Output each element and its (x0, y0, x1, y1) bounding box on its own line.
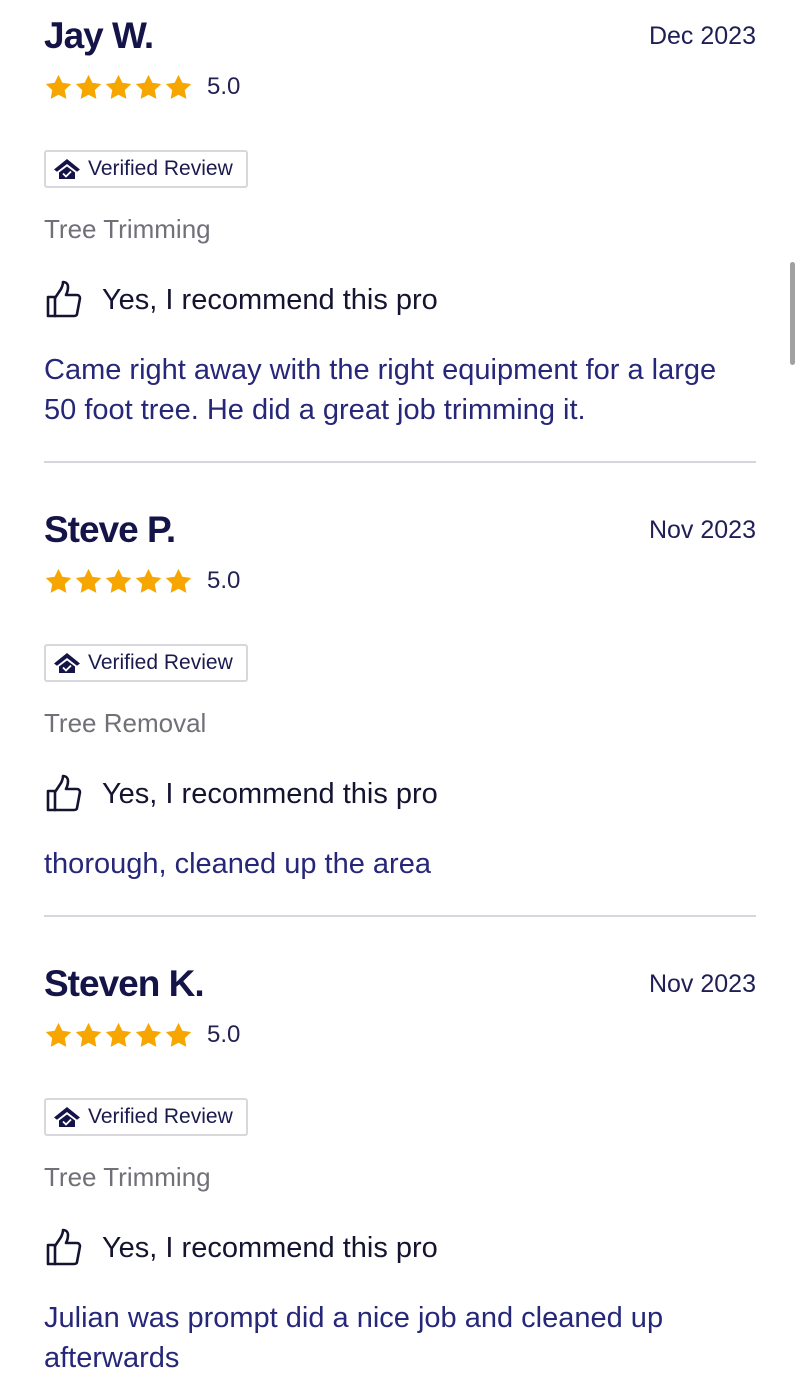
verified-review-badge: Verified Review (44, 1098, 248, 1136)
recommendation-text: Yes, I recommend this pro (102, 1232, 438, 1264)
review-text: Came right away with the right equipment… (44, 354, 717, 426)
star-icon (105, 1022, 132, 1047)
star-icon (45, 1022, 72, 1047)
verified-house-icon (54, 1107, 80, 1127)
verified-review-label: Verified Review (88, 157, 233, 180)
star-icon (135, 1022, 162, 1047)
rating-row: 5.0 (44, 566, 240, 596)
review-card: Steve P. Nov 2023 5.0 Verified Review Tr… (44, 508, 756, 888)
rating-row: 5.0 (44, 72, 240, 102)
recommendation-text: Yes, I recommend this pro (102, 284, 438, 316)
review-date: Dec 2023 (648, 22, 756, 50)
verified-house-icon (54, 159, 80, 179)
service-type: Tree Trimming (44, 1162, 211, 1192)
recommendation-row: Yes, I recommend this pro (44, 280, 438, 320)
recommendation-row: Yes, I recommend this pro (44, 1228, 438, 1268)
verified-review-badge: Verified Review (44, 644, 248, 682)
verified-review-label: Verified Review (88, 651, 233, 674)
recommendation-text: Yes, I recommend this pro (102, 778, 438, 810)
reviewer-name: Jay W. (44, 15, 154, 56)
review-card: Steven K. Nov 2023 5.0 Verified Review T… (44, 962, 756, 1374)
star-icon (165, 1022, 192, 1047)
star-icon (135, 568, 162, 593)
star-icon (165, 74, 192, 99)
verified-house-icon (54, 653, 80, 673)
thumbs-up-icon (46, 774, 82, 812)
scrollbar-thumb[interactable] (790, 262, 795, 365)
star-icon (45, 74, 72, 99)
verified-review-badge: Verified Review (44, 150, 248, 188)
rating-value: 5.0 (207, 1021, 241, 1048)
rating-row: 5.0 (44, 1020, 240, 1050)
verified-review-label: Verified Review (88, 1105, 233, 1128)
service-type: Tree Trimming (44, 214, 211, 244)
review-text: Julian was prompt did a nice job and cle… (44, 1302, 664, 1374)
star-icon (75, 74, 102, 99)
review-date: Nov 2023 (648, 516, 756, 544)
star-rating (44, 73, 193, 102)
review-text: thorough, cleaned up the area (44, 848, 431, 880)
star-icon (105, 74, 132, 99)
star-icon (75, 1022, 102, 1047)
star-icon (165, 568, 192, 593)
service-type: Tree Removal (44, 708, 207, 738)
reviewer-name: Steve P. (44, 509, 176, 550)
thumbs-up-icon (46, 1228, 82, 1266)
star-icon (75, 568, 102, 593)
star-rating (44, 1021, 193, 1050)
star-icon (135, 74, 162, 99)
review-divider (44, 915, 756, 917)
review-date: Nov 2023 (648, 970, 756, 998)
star-icon (105, 568, 132, 593)
rating-value: 5.0 (207, 73, 241, 100)
rating-value: 5.0 (207, 567, 241, 594)
review-divider (44, 461, 756, 463)
review-card: Jay W. Dec 2023 5.0 Verified Review Tree… (44, 14, 756, 434)
reviewer-name: Steven K. (44, 963, 205, 1004)
recommendation-row: Yes, I recommend this pro (44, 774, 438, 814)
star-rating (44, 567, 193, 596)
star-icon (45, 568, 72, 593)
thumbs-up-icon (46, 280, 82, 318)
